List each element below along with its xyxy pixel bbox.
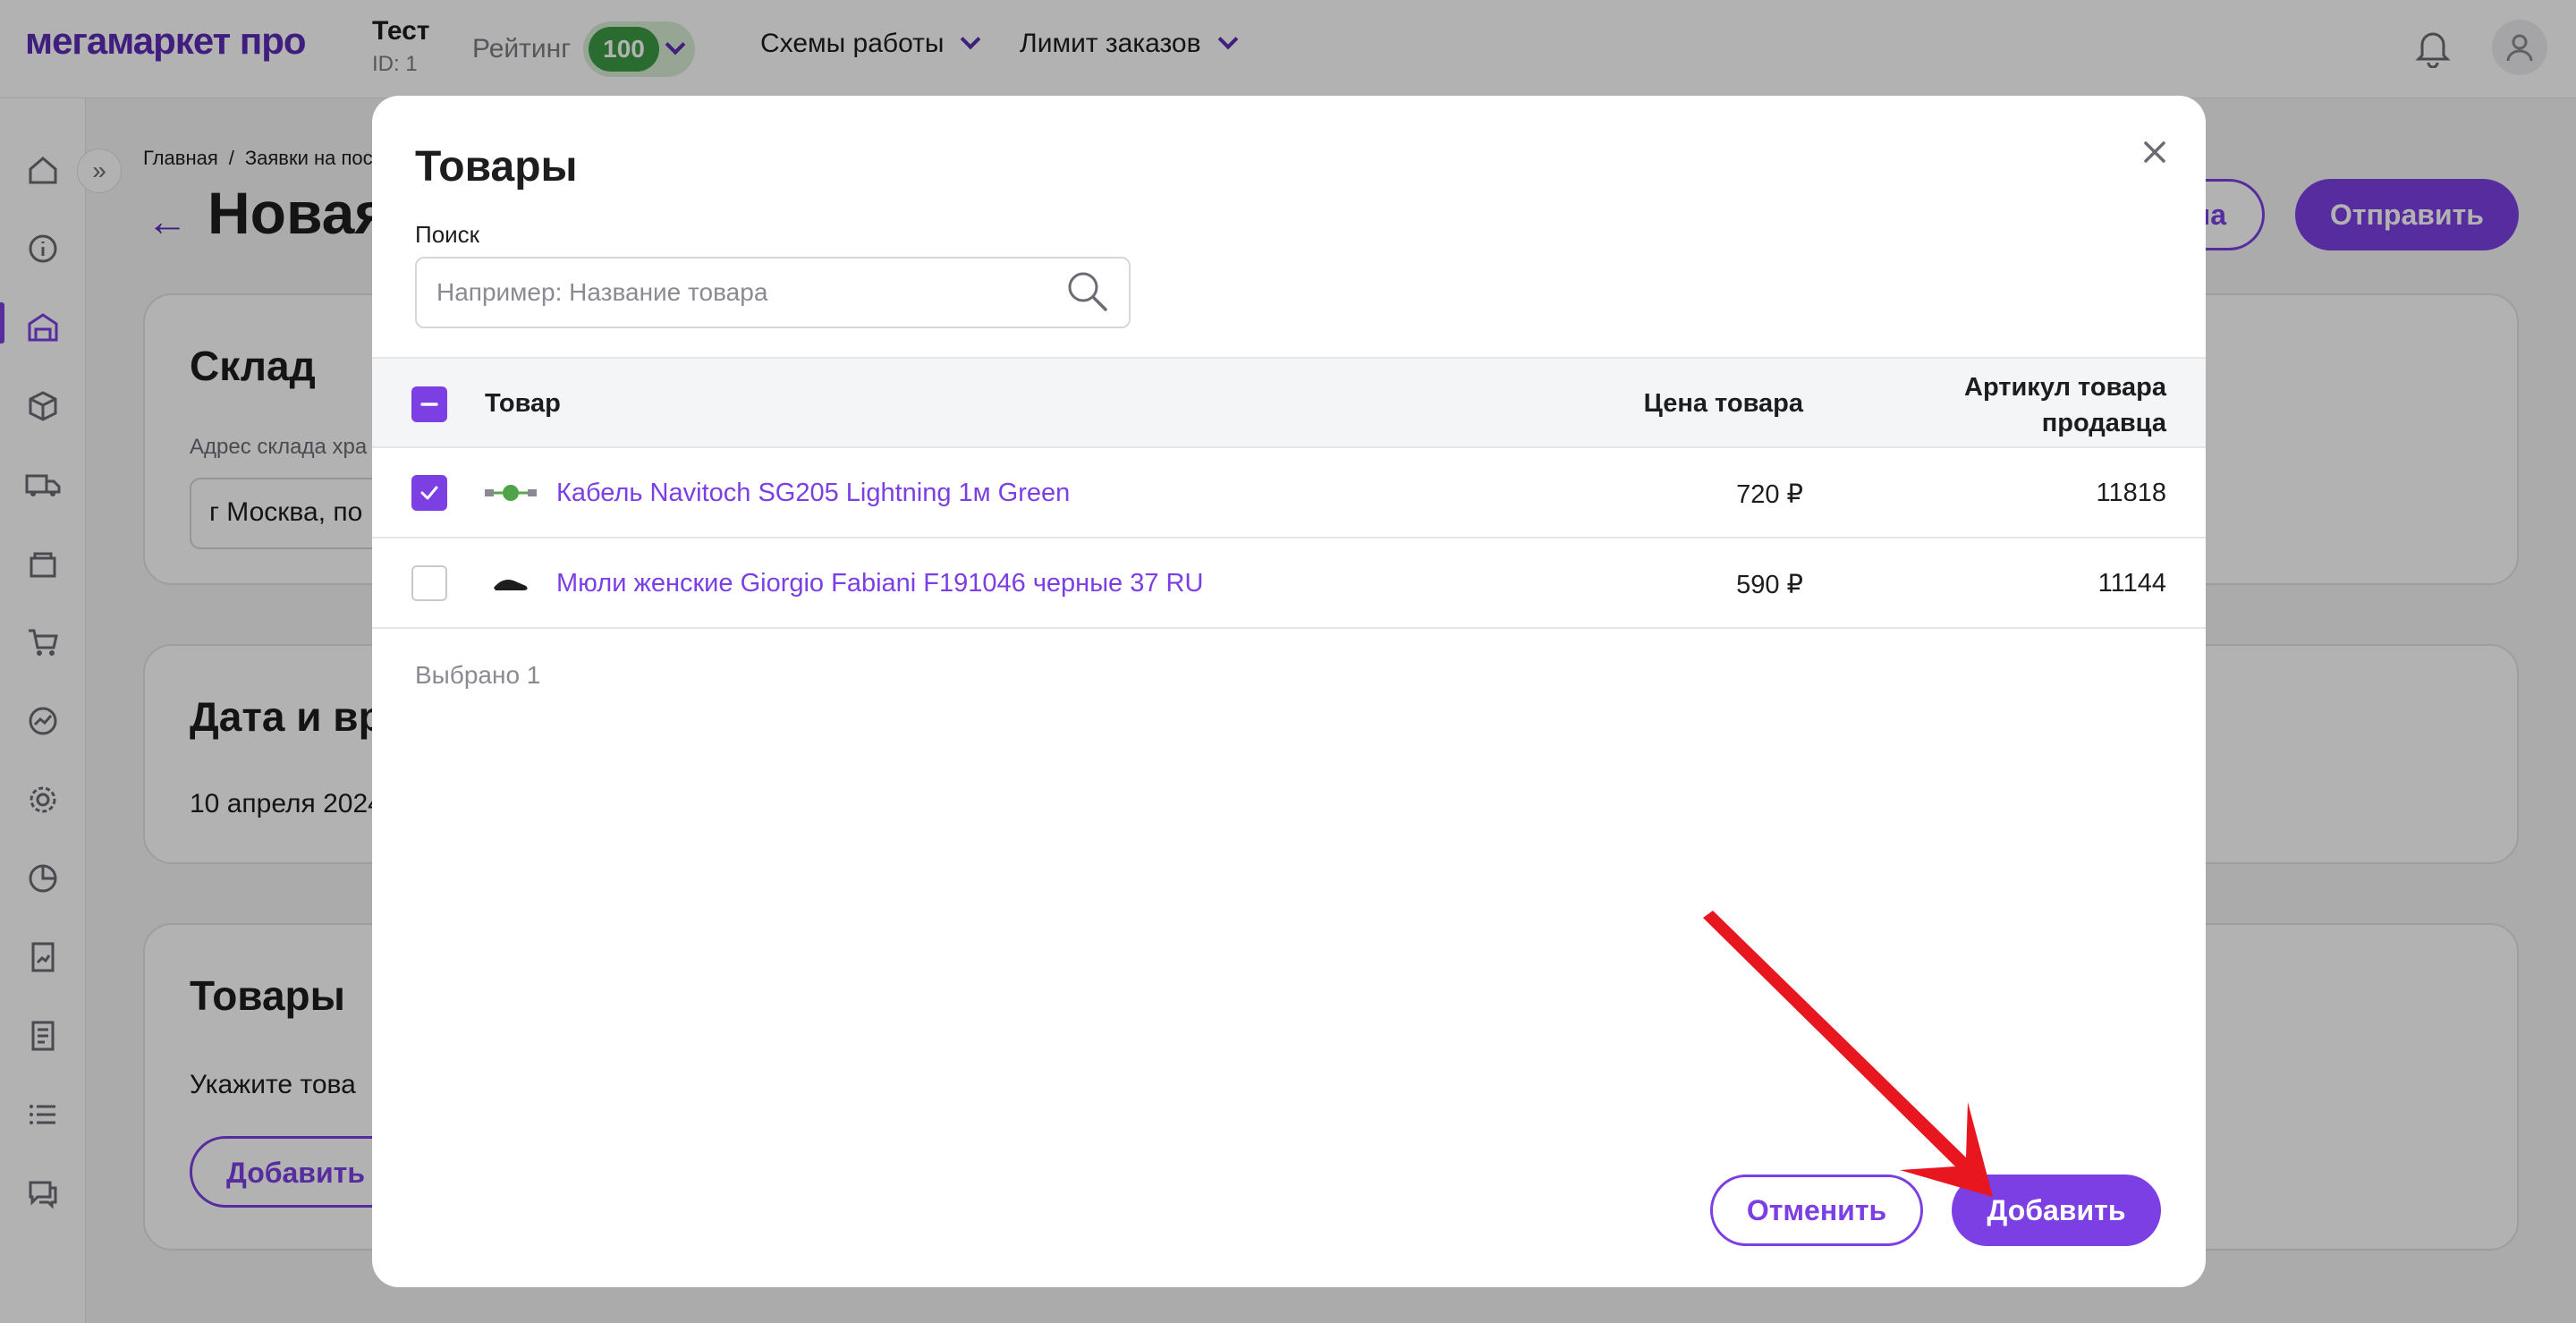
close-icon[interactable] — [2132, 130, 2177, 174]
table-header: Товар Цена товара Артикул товара продавц… — [372, 357, 2206, 448]
table-row[interactable]: Кабель Navitoch SG205 Lightning 1м Green… — [372, 448, 2206, 539]
product-sku: 11818 — [2096, 479, 2167, 507]
modal-title: Товары — [415, 143, 578, 191]
column-header-sku-line2: продавца — [2041, 409, 2166, 437]
minus-icon — [420, 403, 438, 406]
product-price: 590 ₽ — [1736, 571, 1803, 599]
search-field[interactable] — [415, 257, 1131, 328]
product-thumbnail — [483, 475, 538, 511]
table-row[interactable]: Мюли женские Giorgio Fabiani F191046 чер… — [372, 539, 2206, 629]
column-header-product[interactable]: Товар — [485, 389, 561, 419]
add-button[interactable]: Добавить — [1952, 1175, 2161, 1246]
select-all-checkbox[interactable] — [411, 386, 447, 422]
search-icon[interactable] — [1064, 268, 1109, 318]
cancel-button[interactable]: Отменить — [1710, 1175, 1923, 1246]
goods-modal: Товары Поиск Товар Цена товара Артикул т… — [372, 96, 2206, 1287]
search-input[interactable] — [436, 278, 1064, 307]
product-name-link[interactable]: Кабель Navitoch SG205 Lightning 1м Green — [556, 479, 1070, 508]
row-checkbox[interactable] — [411, 475, 447, 511]
column-header-price[interactable]: Цена товара — [1644, 389, 1803, 419]
product-name-link[interactable]: Мюли женские Giorgio Fabiani F191046 чер… — [556, 569, 1203, 598]
search-label: Поиск — [415, 221, 480, 248]
product-sku: 11144 — [2097, 569, 2166, 598]
column-header-sku-line1: Артикул товара — [1964, 373, 2166, 402]
product-price: 720 ₽ — [1736, 480, 1803, 509]
product-thumbnail — [483, 565, 538, 601]
row-checkbox[interactable] — [411, 565, 447, 601]
selected-count: Выбрано 1 — [415, 661, 541, 689]
column-header-sku[interactable]: Артикул товара продавца — [1964, 369, 2166, 441]
check-icon — [420, 486, 438, 500]
